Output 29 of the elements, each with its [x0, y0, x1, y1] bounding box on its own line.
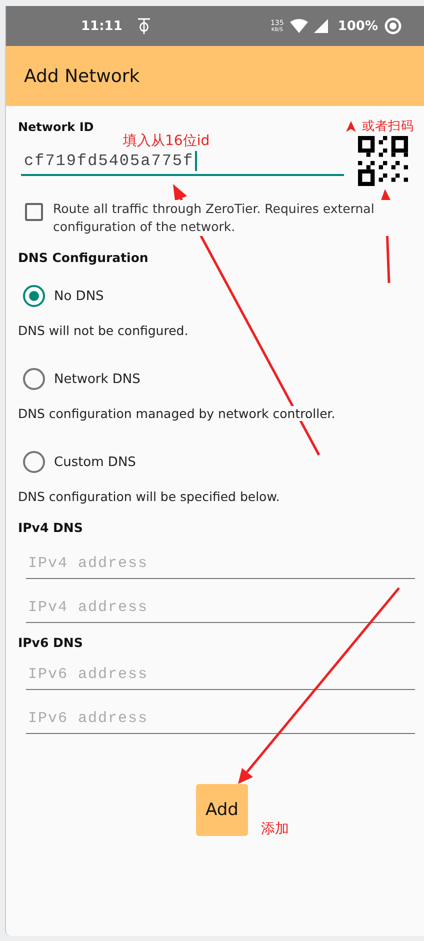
annotation-text: 填入从16位id: [123, 132, 210, 150]
option-description: DNS configuration managed by network controller.: [18, 406, 336, 421]
option-description: DNS configuration will be specified below.: [18, 489, 280, 504]
section-heading: IPv6 DNS: [18, 635, 83, 650]
screen-title: Add Network: [24, 66, 140, 86]
ipv4-address-field[interactable]: IPv4 address: [26, 593, 415, 623]
section-heading: DNS Configuration: [18, 250, 148, 265]
clock: 11:11: [81, 18, 122, 34]
network-id-field[interactable]: cf719fd5405a775f: [21, 147, 344, 176]
annotation-text: 添加: [261, 820, 289, 838]
battery-saver-icon: [384, 17, 402, 35]
option-description: DNS will not be configured.: [18, 323, 188, 338]
ipv4-address-field[interactable]: IPv4 address: [26, 549, 415, 579]
add-button[interactable]: Add: [196, 784, 248, 836]
annotation-text: 或者扫码: [362, 118, 414, 135]
field-label: Network ID: [18, 120, 94, 134]
signal-icon: [314, 19, 328, 33]
radio-option[interactable]: No DNS: [23, 285, 104, 307]
radio-option[interactable]: Network DNS: [23, 368, 140, 390]
ipv6-address-field[interactable]: IPv6 address: [26, 704, 415, 734]
notification-icon: [136, 17, 152, 35]
checkbox[interactable]: [25, 203, 43, 221]
wifi-icon: [290, 19, 308, 33]
section-heading: IPv4 DNS: [18, 520, 83, 535]
qr-code-icon[interactable]: [358, 136, 408, 186]
ipv6-address-field[interactable]: IPv6 address: [26, 660, 415, 690]
battery-level: 100%: [338, 18, 378, 34]
arrowhead-icon: [346, 121, 356, 132]
radio-option[interactable]: Custom DNS: [23, 451, 136, 473]
